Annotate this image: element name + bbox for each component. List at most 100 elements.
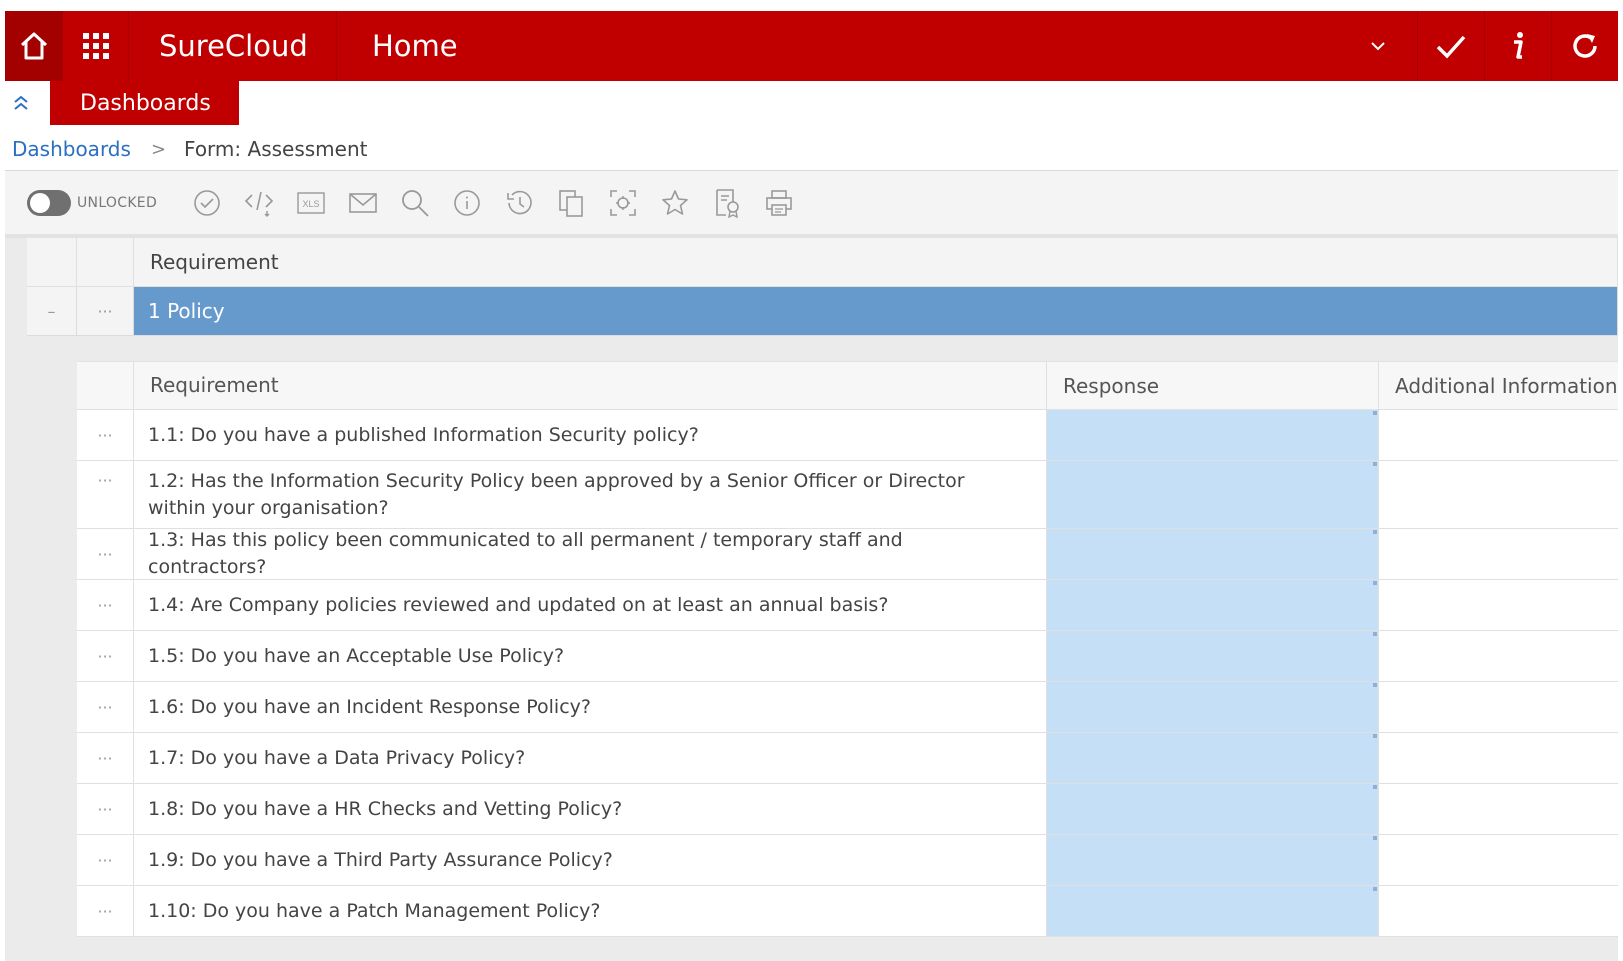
- toolbar: UNLOCKED XLS: [5, 171, 1618, 234]
- chevron-down-icon: [1371, 42, 1385, 51]
- code-icon: [244, 191, 274, 217]
- check-icon: [1436, 35, 1466, 59]
- home-icon: [20, 32, 48, 60]
- column-header-additional-information[interactable]: Additional Information: [1379, 362, 1618, 409]
- row-menu-button[interactable]: ···: [77, 733, 134, 783]
- response-cell[interactable]: [1047, 410, 1379, 460]
- table-row: ··· 1.1: Do you have a published Informa…: [77, 410, 1618, 461]
- outer-header-spacer-b: [77, 238, 134, 287]
- title-dropdown-button[interactable]: [1339, 11, 1417, 81]
- row-menu-button[interactable]: ···: [77, 835, 134, 885]
- assessment-grid: Requirement – ··· 1 Policy Requirement R…: [5, 234, 1618, 961]
- row-menu-button[interactable]: ···: [77, 886, 134, 936]
- refresh-button[interactable]: [1551, 11, 1618, 81]
- requirement-cell: 1.5: Do you have an Acceptable Use Polic…: [134, 631, 1047, 681]
- history-icon: [507, 190, 532, 214]
- row-menu-button[interactable]: ···: [77, 631, 134, 681]
- favourite-button[interactable]: [649, 183, 701, 223]
- search-icon: [402, 189, 429, 217]
- additional-information-cell[interactable]: [1379, 784, 1618, 834]
- row-menu-button[interactable]: ···: [77, 682, 134, 732]
- email-button[interactable]: [337, 183, 389, 223]
- group-label[interactable]: 1 Policy: [134, 287, 1618, 336]
- collapse-group-button[interactable]: –: [27, 287, 77, 336]
- response-cell[interactable]: [1047, 529, 1379, 579]
- table-row: ··· 1.9: Do you have a Third Party Assur…: [77, 835, 1618, 886]
- group-row-menu-button[interactable]: ···: [77, 287, 134, 336]
- requirement-cell: 1.2: Has the Information Security Policy…: [134, 461, 1047, 528]
- additional-information-cell[interactable]: [1379, 580, 1618, 630]
- tab-dashboards[interactable]: Dashboards: [50, 81, 239, 125]
- breadcrumb: Dashboards > Form: Assessment: [12, 134, 367, 164]
- print-icon: [766, 189, 792, 216]
- brand-name: SureCloud: [129, 11, 337, 81]
- breadcrumb-link-dashboards[interactable]: Dashboards: [12, 137, 131, 161]
- export-xls-button[interactable]: XLS: [285, 183, 337, 223]
- search-button[interactable]: [389, 183, 441, 223]
- refresh-icon: [1573, 34, 1597, 58]
- code-button[interactable]: [233, 183, 285, 223]
- print-button[interactable]: [753, 183, 805, 223]
- breadcrumb-separator: >: [150, 138, 167, 160]
- column-header-requirement[interactable]: Requirement: [134, 362, 1047, 409]
- row-menu-button[interactable]: ···: [77, 461, 134, 528]
- column-header-response[interactable]: Response: [1047, 362, 1379, 409]
- response-cell[interactable]: [1047, 784, 1379, 834]
- focus-button[interactable]: [597, 183, 649, 223]
- requirement-cell: 1.8: Do you have a HR Checks and Vetting…: [134, 784, 1047, 834]
- xls-icon: XLS: [297, 191, 325, 214]
- requirement-cell: 1.7: Do you have a Data Privacy Policy?: [134, 733, 1047, 783]
- copy-button[interactable]: [545, 183, 597, 223]
- table-row: ··· 1.8: Do you have a HR Checks and Vet…: [77, 784, 1618, 835]
- app-launcher-button[interactable]: [63, 11, 129, 81]
- additional-information-cell[interactable]: [1379, 631, 1618, 681]
- table-row: ··· 1.7: Do you have a Data Privacy Poli…: [77, 733, 1618, 784]
- response-cell[interactable]: [1047, 886, 1379, 936]
- additional-information-cell[interactable]: [1379, 733, 1618, 783]
- row-menu-button[interactable]: ···: [77, 580, 134, 630]
- info-tool-button[interactable]: [441, 183, 493, 223]
- response-cell[interactable]: [1047, 682, 1379, 732]
- grid-icon: [82, 33, 109, 59]
- requirement-cell: 1.4: Are Company policies reviewed and u…: [134, 580, 1047, 630]
- additional-information-cell[interactable]: [1379, 682, 1618, 732]
- additional-information-cell[interactable]: [1379, 835, 1618, 885]
- outer-header-requirement[interactable]: Requirement: [134, 238, 1618, 287]
- info-button[interactable]: [1484, 11, 1551, 81]
- row-menu-button[interactable]: ···: [77, 784, 134, 834]
- response-cell[interactable]: [1047, 733, 1379, 783]
- outer-header-spacer-a: [27, 238, 77, 287]
- double-chevron-up-icon[interactable]: [11, 93, 31, 113]
- toggle-knob: [30, 192, 50, 213]
- group-row-policy[interactable]: – ··· 1 Policy: [27, 287, 1618, 336]
- row-menu-button[interactable]: ···: [77, 410, 134, 460]
- outer-requirement-table: Requirement – ··· 1 Policy: [27, 238, 1618, 336]
- response-cell[interactable]: [1047, 631, 1379, 681]
- response-cell[interactable]: [1047, 835, 1379, 885]
- row-menu-button[interactable]: ···: [77, 529, 134, 579]
- additional-information-cell[interactable]: [1379, 529, 1618, 579]
- outer-header-row: Requirement: [27, 238, 1618, 287]
- breadcrumb-current: Form: Assessment: [184, 137, 368, 161]
- info-i-icon: [1514, 32, 1523, 59]
- table-row: ··· 1.5: Do you have an Acceptable Use P…: [77, 631, 1618, 682]
- response-cell[interactable]: [1047, 580, 1379, 630]
- email-icon: [349, 192, 377, 213]
- tab-row: Dashboards: [5, 81, 1618, 125]
- response-cell[interactable]: [1047, 461, 1379, 528]
- validate-button[interactable]: [181, 183, 233, 223]
- certificate-button[interactable]: [701, 183, 753, 223]
- table-row: ··· 1.4: Are Company policies reviewed a…: [77, 580, 1618, 631]
- table-row: ··· 1.2: Has the Information Security Po…: [77, 461, 1618, 529]
- lock-toggle[interactable]: [27, 189, 71, 216]
- focus-icon: [610, 189, 636, 216]
- additional-information-cell[interactable]: [1379, 410, 1618, 460]
- additional-information-cell[interactable]: [1379, 886, 1618, 936]
- home-button[interactable]: [5, 11, 63, 81]
- table-row: ··· 1.6: Do you have an Incident Respons…: [77, 682, 1618, 733]
- additional-information-cell[interactable]: [1379, 461, 1618, 528]
- requirement-cell: 1.3: Has this policy been communicated t…: [134, 529, 1047, 579]
- requirement-cell: 1.10: Do you have a Patch Management Pol…: [134, 886, 1047, 936]
- confirm-button[interactable]: [1417, 11, 1484, 81]
- history-button[interactable]: [493, 183, 545, 223]
